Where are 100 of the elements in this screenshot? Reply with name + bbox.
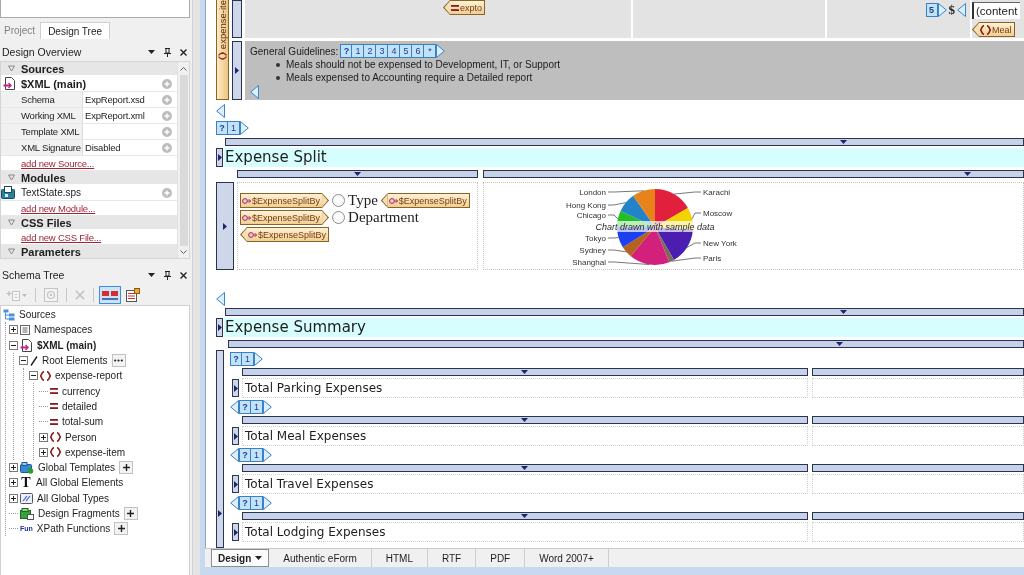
dropdown-icon[interactable] xyxy=(148,50,155,54)
module-name[interactable]: TextState.sps xyxy=(21,187,82,198)
row-marker[interactable] xyxy=(216,148,223,167)
column-bar[interactable] xyxy=(242,512,808,520)
expand-box-icon[interactable] xyxy=(9,478,18,488)
predicate-cell[interactable]: ? xyxy=(239,496,251,510)
pin-icon[interactable] xyxy=(164,270,171,280)
predicate-cell[interactable]: ? xyxy=(239,400,251,414)
tree-label[interactable]: All Global Types xyxy=(35,492,110,504)
more-button[interactable] xyxy=(111,354,126,368)
view-tab[interactable]: PDF xyxy=(476,549,526,567)
predicate-cell[interactable]: 1 xyxy=(251,400,263,414)
value-field[interactable]: ExpReport.xsd xyxy=(83,92,162,107)
add-link[interactable]: add new Source... xyxy=(21,157,95,169)
tree-label[interactable]: Namespaces xyxy=(32,324,93,336)
column-bar[interactable] xyxy=(483,170,1024,178)
add-link[interactable]: add new Module... xyxy=(21,202,96,214)
column-bar[interactable] xyxy=(812,368,1024,376)
dropdown-icon[interactable] xyxy=(148,273,155,277)
predicate-cell[interactable]: 5 xyxy=(925,3,938,17)
pin-icon[interactable] xyxy=(164,47,171,57)
end-marker-icon[interactable] xyxy=(957,3,966,17)
predicate-cell[interactable]: 4 xyxy=(388,44,401,58)
column-bar[interactable] xyxy=(242,464,808,472)
start-marker-icon[interactable] xyxy=(937,3,947,17)
row-marker[interactable] xyxy=(232,0,242,38)
predicate-cell[interactable]: ? xyxy=(239,448,251,462)
tree-label[interactable]: expense-report xyxy=(53,370,123,382)
predicate-cell[interactable]: 1 xyxy=(228,121,240,135)
expand-box-icon[interactable] xyxy=(39,447,48,457)
add-button[interactable] xyxy=(114,522,129,536)
scrollbar[interactable] xyxy=(177,62,189,258)
column-bar[interactable] xyxy=(225,308,1024,316)
radio-button[interactable] xyxy=(332,194,346,207)
tree-label[interactable]: $XML (main) xyxy=(35,339,97,351)
start-marker-icon[interactable] xyxy=(263,400,272,414)
end-marker-icon[interactable] xyxy=(216,292,225,306)
row-marker[interactable] xyxy=(216,182,234,270)
value-field[interactable]: ExpReport.xml xyxy=(83,108,162,123)
column-bar[interactable] xyxy=(242,368,808,376)
predicate-cell[interactable]: 1 xyxy=(352,44,365,58)
row-marker[interactable] xyxy=(232,427,239,445)
start-marker-icon[interactable] xyxy=(436,44,446,58)
tree-label[interactable]: Global Templates xyxy=(36,462,116,474)
row-marker[interactable] xyxy=(232,41,242,100)
predicate-cell[interactable]: 1 xyxy=(242,352,254,366)
section-header[interactable]: CSS Files xyxy=(1,216,177,230)
tree-label[interactable]: Sources xyxy=(17,309,56,321)
start-marker-icon[interactable] xyxy=(254,352,263,366)
view-tab[interactable]: Word 2007+ xyxy=(525,549,609,567)
tree-label[interactable]: Person xyxy=(63,431,97,443)
end-marker-icon[interactable] xyxy=(230,400,239,414)
template-tag[interactable]: expense-ite xyxy=(216,0,229,100)
panel-tab[interactable]: Design Tree xyxy=(40,22,111,39)
tree-label[interactable]: detailed xyxy=(60,400,98,412)
table-button[interactable] xyxy=(123,286,143,304)
content-placeholder[interactable]: (content xyxy=(972,2,1020,19)
column-bar[interactable] xyxy=(812,512,1024,520)
end-marker-icon[interactable] xyxy=(216,104,225,118)
view-tab[interactable]: Authentic eForm xyxy=(269,549,372,567)
column-bar[interactable] xyxy=(237,170,478,178)
collapse-box-icon[interactable] xyxy=(29,371,38,381)
column-bar[interactable] xyxy=(242,416,808,424)
add-link[interactable]: add new CSS File... xyxy=(21,231,102,243)
predicate-cell[interactable]: 1 xyxy=(251,448,263,462)
start-marker-icon[interactable] xyxy=(263,496,272,510)
toggle-button[interactable] xyxy=(99,286,121,304)
predicate-cell[interactable]: 5 xyxy=(400,44,413,58)
column-bar[interactable] xyxy=(228,340,1024,348)
row-marker[interactable] xyxy=(216,318,223,337)
end-marker-icon[interactable] xyxy=(230,448,239,462)
section-header[interactable]: Sources xyxy=(1,62,177,76)
tree-label[interactable]: expense-item xyxy=(63,446,126,458)
tree-label[interactable]: Design Fragments xyxy=(36,508,120,519)
panel-tab[interactable]: Project xyxy=(0,22,40,39)
view-tab[interactable]: Design xyxy=(211,549,270,567)
predicate-cell[interactable]: ? xyxy=(216,121,228,135)
view-tab[interactable]: HTML xyxy=(371,549,428,567)
column-bar[interactable] xyxy=(812,464,1024,472)
expand-box-icon[interactable] xyxy=(9,493,18,503)
collapse-box-icon[interactable] xyxy=(9,340,18,350)
add-button[interactable] xyxy=(119,461,134,475)
row-marker[interactable] xyxy=(232,523,239,541)
expand-box-icon[interactable] xyxy=(9,325,18,335)
end-marker-icon[interactable] xyxy=(250,85,259,99)
tree-label[interactable]: XPath Functions xyxy=(34,523,111,535)
tree-label[interactable]: Root Elements xyxy=(40,355,108,367)
predicate-cell[interactable]: ? xyxy=(230,352,242,366)
start-marker-icon[interactable] xyxy=(240,121,249,135)
view-tab[interactable]: RTF xyxy=(427,549,477,567)
add-button[interactable] xyxy=(123,507,138,520)
tree-label[interactable]: total-sum xyxy=(60,416,104,428)
close-icon[interactable] xyxy=(180,271,187,279)
source-name[interactable]: $XML (main) xyxy=(21,77,87,90)
start-marker-icon[interactable] xyxy=(263,448,272,462)
predicate-cell[interactable]: ? xyxy=(340,44,353,58)
end-marker-icon[interactable] xyxy=(230,496,239,510)
predicate-cell[interactable]: 1 xyxy=(251,496,263,510)
column-bar[interactable] xyxy=(225,138,1024,146)
predicate-cell[interactable]: * xyxy=(424,44,437,58)
